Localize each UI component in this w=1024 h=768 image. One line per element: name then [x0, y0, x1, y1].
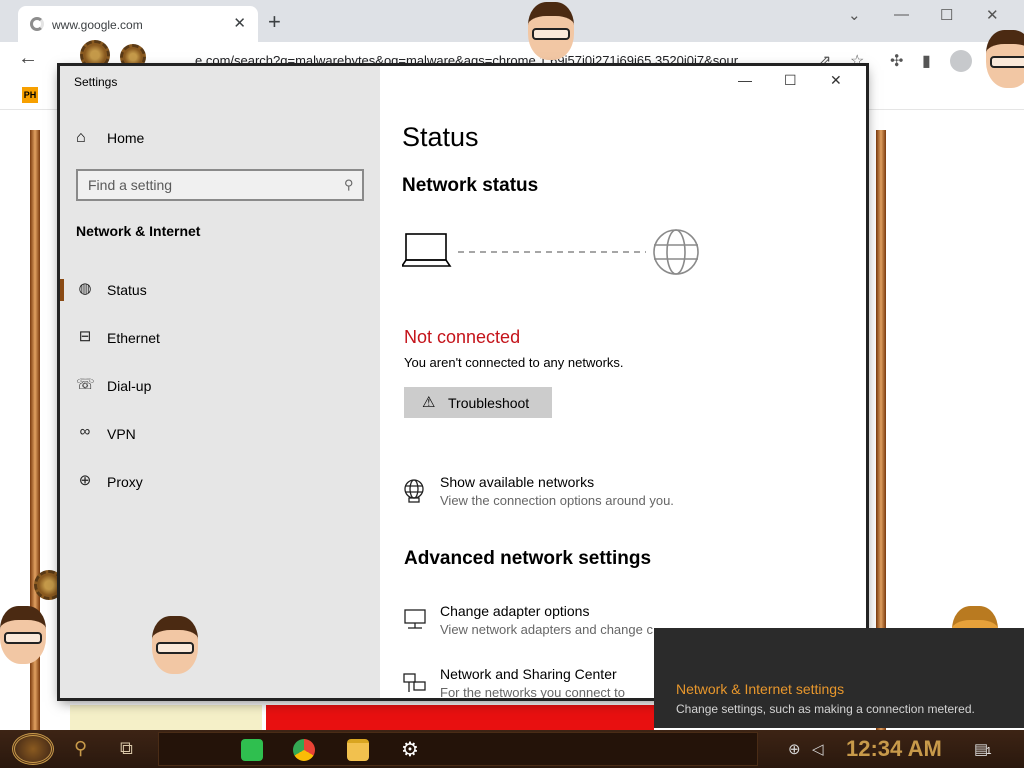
- settings-main-pane: — ☐ ✕ Status Network status Not connecte…: [380, 66, 866, 698]
- cartoon-character: [152, 616, 198, 674]
- network-adapter-icon: [404, 609, 426, 629]
- sidebar-item-ethernet[interactable]: ⊟ Ethernet: [60, 318, 380, 358]
- link-title[interactable]: Change adapter options: [440, 603, 589, 619]
- volume-muted-icon[interactable]: ◁: [812, 740, 824, 758]
- sidebar-item-status[interactable]: ◍ Status: [60, 270, 380, 310]
- taskbar-search-icon[interactable]: ⚲: [74, 738, 87, 759]
- toast-title[interactable]: Network & Internet settings: [676, 681, 844, 697]
- browser-maximize-button[interactable]: ☐: [940, 6, 953, 24]
- sidebar-item-label: Dial-up: [107, 378, 152, 394]
- internet-globe-icon: [653, 229, 699, 275]
- minimize-button[interactable]: —: [738, 72, 752, 88]
- network-status-diagram: [402, 229, 699, 275]
- profile-avatar[interactable]: [950, 50, 972, 72]
- taskbar-clock[interactable]: 12:34 AM: [846, 736, 942, 762]
- sidebar-item-dialup[interactable]: ☏ Dial-up: [60, 366, 380, 406]
- taskbar: ⚲ ⧉ ⚙ ⊕ ◁ 12:34 AM ▤ 1: [0, 730, 1024, 768]
- link-title[interactable]: Network and Sharing Center: [440, 666, 617, 682]
- ethernet-icon: ⊟: [78, 328, 92, 345]
- notification-toast[interactable]: Network & Internet settings Change setti…: [654, 628, 1024, 728]
- troubleshoot-label: Troubleshoot: [448, 395, 530, 411]
- extensions-icon[interactable]: ✣: [890, 51, 903, 71]
- globe-icon: ⊕: [78, 472, 92, 489]
- sidebar-item-proxy[interactable]: ⊕ Proxy: [60, 462, 380, 502]
- network-status-heading: Network status: [402, 175, 539, 196]
- browser-close-button[interactable]: ✕: [986, 6, 999, 24]
- window-title: Settings: [74, 75, 118, 89]
- taskbar-app-tray: ⚙: [158, 732, 758, 766]
- chrome-app-icon[interactable]: [293, 739, 315, 761]
- notification-count: 1: [986, 746, 992, 757]
- network-globe-tray-icon[interactable]: ⊕: [788, 740, 801, 758]
- background-strip: [70, 705, 262, 730]
- sidebar-item-label: Status: [107, 282, 147, 298]
- browser-minimize-button[interactable]: —: [894, 6, 909, 23]
- tab-search-icon[interactable]: ⌄: [848, 6, 861, 24]
- tab-close-icon[interactable]: ✕: [233, 14, 246, 32]
- sidebar-item-vpn[interactable]: ∞ VPN: [60, 414, 380, 454]
- connection-state: Not connected: [404, 327, 521, 347]
- laptop-icon: [402, 233, 452, 267]
- section-heading: Network & Internet: [76, 223, 201, 239]
- maximize-button[interactable]: ☐: [784, 72, 797, 89]
- new-tab-button[interactable]: +: [268, 11, 281, 33]
- task-view-icon[interactable]: ⧉: [120, 738, 133, 759]
- chrome-tab-title: www.google.com: [52, 18, 143, 32]
- search-icon[interactable]: ⚲: [344, 177, 354, 193]
- chrome-tab[interactable]: www.google.com ✕: [18, 6, 258, 42]
- bookmark-favicon-icon[interactable]: PH: [22, 87, 38, 103]
- advanced-settings-heading: Advanced network settings: [404, 548, 652, 569]
- settings-window: Settings ⌂ Home ⚲ Network & Internet ◍ S…: [60, 66, 866, 698]
- link-subtitle: View the connection options around you.: [440, 493, 674, 508]
- link-title[interactable]: Show available networks: [440, 474, 594, 490]
- system-tray: ⊕ ◁ 12:34 AM ▤ 1: [770, 730, 1024, 768]
- show-available-networks-link[interactable]: Show available networks View the connect…: [402, 474, 842, 518]
- side-panel-icon[interactable]: ▮: [922, 51, 931, 71]
- sidebar-item-label: Ethernet: [107, 330, 160, 346]
- vpn-icon: ∞: [79, 423, 91, 440]
- link-subtitle: For the networks you connect to: [440, 685, 625, 698]
- find-setting-search[interactable]: ⚲: [76, 169, 364, 201]
- warning-icon: ⚠: [422, 394, 436, 411]
- home-label: Home: [107, 130, 145, 146]
- background-strip: [266, 705, 654, 730]
- google-favicon-icon: [30, 17, 44, 31]
- connection-description: You aren't connected to any networks.: [404, 355, 624, 370]
- globe-status-icon: ◍: [78, 280, 92, 297]
- network-globe-icon: [404, 479, 424, 503]
- notes-app-icon[interactable]: [241, 739, 263, 761]
- back-arrow-icon[interactable]: ←: [18, 47, 38, 70]
- close-button[interactable]: ✕: [830, 72, 842, 89]
- cartoon-character: [986, 30, 1024, 88]
- dialup-icon: ☏: [76, 376, 95, 393]
- chrome-tabstrip: www.google.com ✕ + ⌄ — ☐ ✕: [0, 0, 1024, 42]
- cartoon-character: [0, 606, 46, 664]
- link-subtitle: View network adapters and change c: [440, 622, 653, 637]
- sidebar-item-label: VPN: [107, 426, 136, 442]
- sidebar-item-label: Proxy: [107, 474, 143, 490]
- troubleshoot-button[interactable]: ⚠ Troubleshoot: [404, 387, 552, 418]
- page-title: Status: [402, 122, 479, 152]
- settings-sidebar: Settings ⌂ Home ⚲ Network & Internet ◍ S…: [60, 66, 380, 698]
- toast-description: Change settings, such as making a connec…: [676, 702, 975, 716]
- sharing-center-icon: [403, 673, 426, 692]
- search-input[interactable]: [88, 177, 328, 193]
- home-icon: ⌂: [76, 129, 86, 146]
- settings-gear-icon[interactable]: ⚙: [399, 739, 421, 761]
- file-explorer-icon[interactable]: [347, 739, 369, 761]
- start-button[interactable]: [12, 733, 54, 765]
- cartoon-character: [528, 2, 574, 60]
